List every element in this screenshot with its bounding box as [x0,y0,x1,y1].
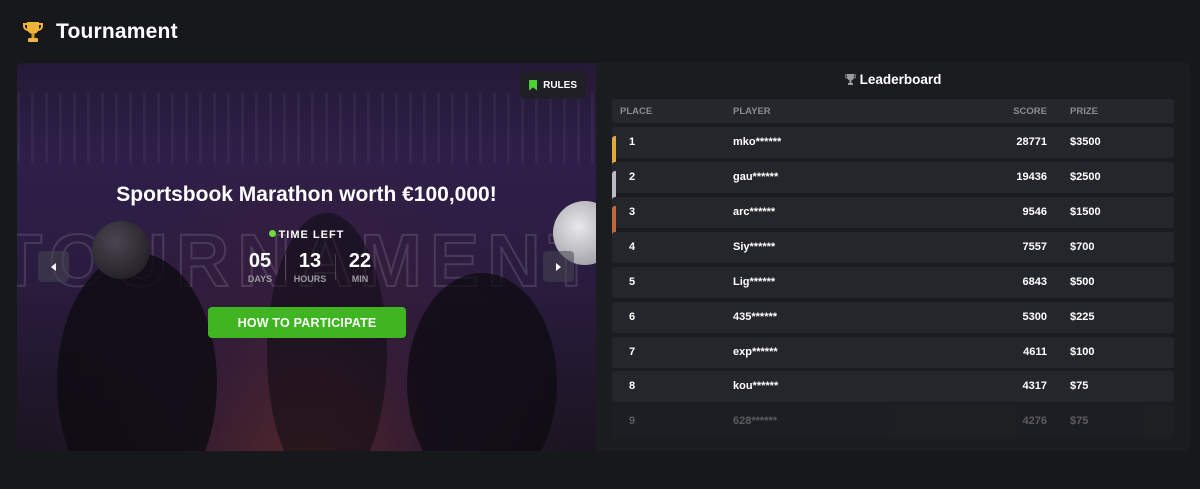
leaderboard-row: 3 arc****** 9546 $1500 [612,197,1174,237]
rules-label: RULES [543,79,577,91]
row-score: 28771 [1016,136,1047,148]
stadium-lights [17,93,596,163]
row-player: 435****** [733,311,778,323]
row-prize: $225 [1070,311,1095,323]
row-score: 4611 [1023,346,1047,358]
tournament-banner: TOURNAMENT RULES Sportsbook Marathon wor… [17,63,596,451]
tournament-card: TOURNAMENT RULES Sportsbook Marathon wor… [17,63,1190,451]
row-player: Lig****** [733,276,776,288]
row-score: 7557 [1022,241,1047,253]
how-to-participate-button[interactable]: HOW TO PARTICIPATE [208,307,406,338]
time-left-label: TIME LEFT [17,229,596,241]
leaderboard-header-row: PLACE PLAYER SCORE PRIZE [612,99,1174,123]
live-dot-icon [268,230,276,237]
trophy-icon [23,22,43,42]
row-prize: $1500 [1070,206,1101,218]
rules-button[interactable]: RULES [520,71,586,99]
leaderboard-row: 9 628****** 4276 $75 [612,406,1174,437]
column-header-player: PLAYER [733,106,771,117]
row-score: 5300 [1022,311,1047,323]
row-player: mko****** [733,136,782,148]
leaderboard-row: 1 mko****** 28771 $3500 [612,127,1174,167]
cup-icon [844,74,856,85]
row-player: 628****** [733,415,778,427]
row-prize: $100 [1070,346,1095,358]
row-player: gau****** [733,171,779,183]
leaderboard-row: 8 kou****** 4317 $75 [612,371,1174,402]
next-slide-button[interactable] [543,251,574,282]
countdown-days-label: DAYS [247,274,273,284]
row-prize: $700 [1070,241,1095,253]
column-header-place: PLACE [620,106,653,117]
prev-slide-button[interactable] [38,251,69,282]
time-left-text: TIME LEFT [278,229,345,241]
row-prize: $75 [1070,415,1089,427]
countdown-minutes-label: MIN [351,274,369,284]
row-player: kou****** [733,380,779,392]
countdown-minutes-value: 22 [348,250,372,272]
row-player: arc****** [733,206,776,218]
row-place: 8 [629,380,636,392]
section-title: Tournament [56,20,178,43]
row-place: 7 [629,346,636,358]
leaderboard-row: 5 Lig****** 6843 $500 [612,267,1174,298]
leaderboard-title-text: Leaderboard [859,72,942,87]
column-header-score: SCORE [1013,106,1047,117]
row-place: 2 [629,171,636,183]
row-score: 19436 [1016,171,1047,183]
arrow-left-icon [51,262,56,271]
column-header-prize: PRIZE [1070,106,1098,117]
row-prize: $500 [1070,276,1095,288]
row-place: 3 [629,206,636,218]
row-place: 4 [629,241,636,253]
countdown-hours-label: HOURS [293,274,327,284]
countdown: 05 DAYS 13 HOURS 22 MIN [235,250,385,284]
row-place: 5 [629,276,636,288]
row-prize: $3500 [1070,136,1101,148]
row-score: 4276 [1022,415,1047,427]
bookmark-icon [529,79,538,91]
leaderboard-row: 2 gau****** 19436 $2500 [612,162,1174,202]
row-score: 9546 [1022,206,1047,218]
leaderboard-row: 7 exp****** 4611 $100 [612,337,1174,368]
row-place: 1 [629,136,636,148]
row-player: Siy****** [733,241,776,253]
row-prize: $75 [1070,380,1089,392]
row-score: 4317 [1022,380,1047,392]
countdown-days: 05 DAYS [235,250,285,284]
leaderboard-row: 6 435****** 5300 $225 [612,302,1174,333]
arrow-right-icon [556,262,561,271]
row-player: exp****** [733,346,778,358]
row-place: 6 [629,311,636,323]
row-prize: $2500 [1070,171,1101,183]
countdown-hours-value: 13 [298,250,322,272]
countdown-minutes: 22 MIN [335,250,385,284]
tournament-title: Sportsbook Marathon worth €100,000! [116,183,497,206]
countdown-days-value: 05 [248,250,272,272]
leaderboard: Leaderboard PLACE PLAYER SCORE PRIZE 1 m… [596,63,1190,451]
row-score: 6843 [1022,276,1047,288]
countdown-hours: 13 HOURS [285,250,335,284]
leaderboard-row: 4 Siy****** 7557 $700 [612,232,1174,263]
tournament-header: Tournament [22,20,178,44]
leaderboard-title: Leaderboard [596,72,1190,87]
row-place: 9 [629,415,636,427]
